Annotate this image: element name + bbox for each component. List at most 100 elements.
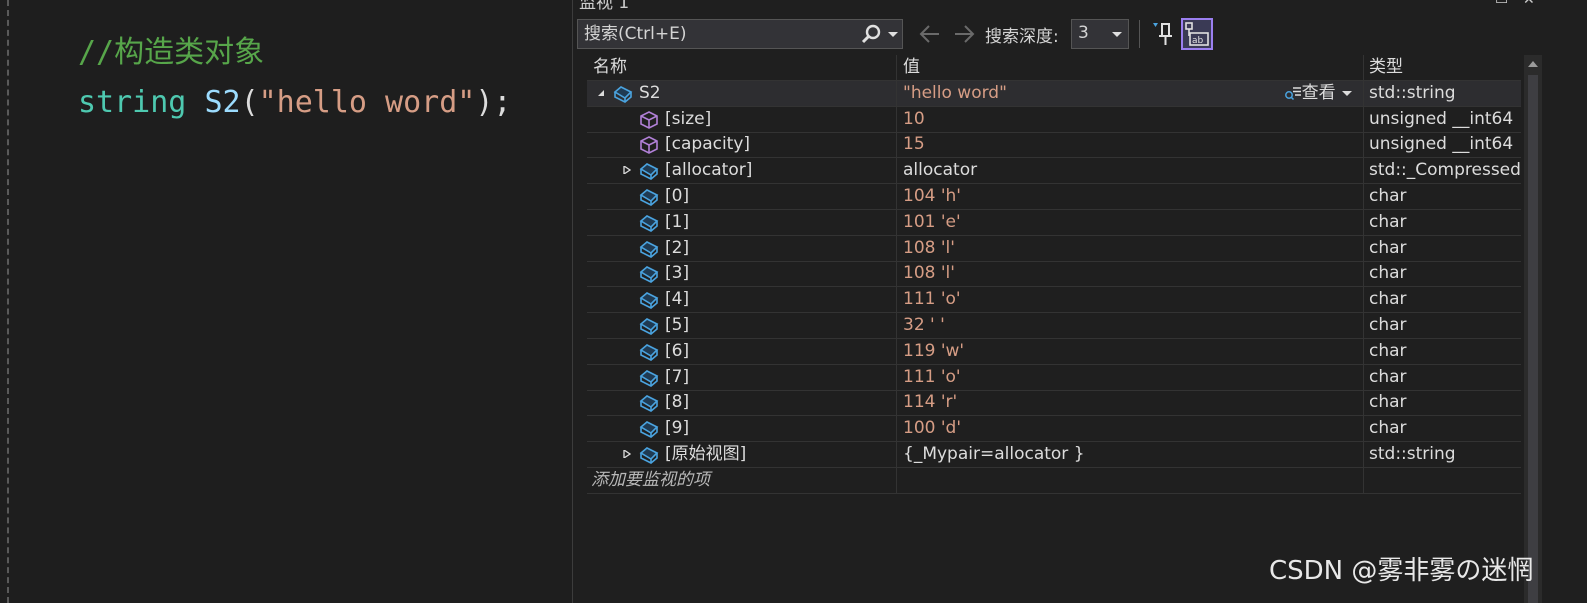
watch-row[interactable]: [6] 119 'w' char — [587, 338, 1521, 365]
watch-row-name-cell[interactable]: [5] — [587, 313, 897, 338]
watch-row-name-cell[interactable]: [capacity] — [587, 132, 897, 158]
watch-row-name-cell[interactable]: [size] — [587, 106, 897, 132]
watch-row-name: [6] — [665, 340, 690, 361]
expanded-triangle-icon[interactable] — [597, 89, 605, 97]
watch-row-name-cell[interactable]: [6] — [587, 338, 897, 364]
object-cube-icon — [639, 369, 659, 387]
code-text[interactable]: //构造类对象 string S2("hello word"); — [78, 28, 512, 128]
collapsed-triangle-icon[interactable] — [623, 450, 631, 458]
search-icon[interactable] — [860, 22, 882, 46]
code-line-comment: //构造类对象 — [78, 28, 512, 78]
watch-row-value-cell[interactable]: "hello word" 查看 — [897, 80, 1364, 106]
property-cube-icon — [640, 110, 658, 129]
watch-row-value-cell[interactable]: 111 'o' — [897, 287, 1364, 313]
column-header-type[interactable]: 类型 — [1364, 55, 1521, 80]
watch-row-value-cell[interactable]: 119 'w' — [897, 338, 1364, 364]
watch-row[interactable]: [原始视图] {_Mypair=allocator } std::string — [587, 442, 1521, 468]
watch-row-type: char — [1369, 315, 1407, 335]
scrollbar-thumb[interactable] — [1528, 75, 1538, 603]
watch-row-name-cell[interactable]: [1] — [587, 209, 897, 235]
chevron-down-icon — [1342, 90, 1352, 96]
watch-row-value-cell[interactable]: allocator — [897, 158, 1364, 184]
watch-row-value-cell[interactable]: 111 'o' — [897, 364, 1364, 390]
watch-row[interactable]: [4] 111 'o' char — [587, 287, 1521, 314]
add-watch-item-row[interactable]: 添加要监视的项 — [587, 467, 1521, 494]
watch-row-value: 32 ' ' — [903, 315, 945, 335]
watch-row-name-cell[interactable]: [原始视图] — [587, 442, 897, 467]
object-cube-icon — [639, 292, 659, 310]
watch-row[interactable]: [0] 104 'h' char — [587, 184, 1521, 210]
watch-row-value-cell[interactable]: 15 — [897, 132, 1364, 158]
watch-row-name: [2] — [665, 237, 690, 258]
watch-row-value-cell[interactable]: 32 ' ' — [897, 313, 1364, 338]
watch-row-value-cell[interactable]: 10 — [897, 106, 1364, 132]
watch-row-name-cell[interactable]: [7] — [587, 364, 897, 390]
watch-row[interactable]: S2 "hello word" 查看 std::string — [587, 80, 1521, 107]
watch-row[interactable]: [size] 10 unsigned __int64 — [587, 106, 1521, 133]
watch-row[interactable]: [8] 114 'r' char — [587, 390, 1521, 417]
hex-display-toggle[interactable]: ab — [1181, 18, 1213, 50]
watch-row-value: {_Mypair=allocator } — [903, 444, 1085, 464]
watch-row-value: 111 'o' — [903, 289, 961, 310]
search-depth-select[interactable]: 3 — [1071, 19, 1129, 49]
code-variable: S2 — [204, 85, 241, 120]
watch-row-name-cell[interactable]: [8] — [587, 390, 897, 416]
watch-row-name: [3] — [665, 263, 690, 284]
watch-row-name-cell[interactable]: [4] — [587, 287, 897, 313]
watch-row-value-cell[interactable]: 108 'l' — [897, 235, 1364, 261]
watch-row-name-cell[interactable]: [9] — [587, 416, 897, 442]
watch-row-value-cell[interactable]: 108 'l' — [897, 261, 1364, 287]
watch-row-value: 114 'r' — [903, 392, 958, 413]
column-header-value[interactable]: 值 — [897, 55, 1364, 80]
watch-row[interactable]: [1] 101 'e' char — [587, 209, 1521, 236]
watch-row[interactable]: [9] 100 'd' char — [587, 416, 1521, 443]
watch-row-value-cell[interactable]: 101 'e' — [897, 209, 1364, 235]
watch-row[interactable]: [7] 111 'o' char — [587, 364, 1521, 391]
watch-row[interactable]: [2] 108 'l' char — [587, 235, 1521, 262]
view-visualizer-button[interactable]: 查看 — [1284, 81, 1353, 106]
watch-row-name-cell[interactable]: [2] — [587, 235, 897, 261]
search-previous-arrow-icon[interactable] — [917, 21, 943, 47]
watch-row[interactable]: [allocator] allocator std::_Compressed... — [587, 158, 1521, 185]
watch-title: 监视 1 — [579, 0, 630, 13]
vertical-scrollbar[interactable] — [1524, 55, 1542, 603]
code-editor[interactable]: //构造类对象 string S2("hello word"); — [0, 0, 572, 603]
watch-row-value-cell[interactable]: 104 'h' — [897, 184, 1364, 209]
pin-icon[interactable] — [1151, 19, 1177, 49]
watch-row-name-cell[interactable]: [3] — [587, 261, 897, 287]
watch-row-value: 15 — [903, 134, 925, 155]
hex-display-icon: ab — [1185, 22, 1209, 46]
search-box[interactable] — [577, 19, 903, 49]
watch-row-name-cell[interactable]: [allocator] — [587, 158, 897, 184]
watch-row-type: unsigned __int64 — [1369, 134, 1514, 155]
watch-row-name-cell[interactable]: [0] — [587, 184, 897, 209]
watch-row-type: std::_Compressed... — [1369, 160, 1521, 181]
search-input[interactable] — [584, 23, 844, 45]
close-window-icon[interactable]: ✕ — [1523, 0, 1535, 8]
watch-row[interactable]: [capacity] 15 unsigned __int64 — [587, 132, 1521, 159]
watch-row[interactable]: [3] 108 'l' char — [587, 261, 1521, 288]
collapsed-triangle-icon[interactable] — [623, 166, 631, 175]
object-cube-icon — [639, 421, 659, 439]
watch-row-value: 101 'e' — [903, 211, 961, 232]
watch-row-value-cell[interactable]: 100 'd' — [897, 416, 1364, 442]
watch-row-value-cell[interactable]: {_Mypair=allocator } — [897, 442, 1364, 467]
search-options-dropdown-icon[interactable] — [886, 22, 900, 46]
watermark-text: CSDN @雾非雾の迷惘 — [1269, 556, 1534, 586]
chevron-down-icon — [1112, 32, 1122, 37]
column-header-name[interactable]: 名称 — [587, 55, 897, 80]
toolbar-separator — [1139, 20, 1140, 48]
float-window-icon[interactable]: ▭ — [1495, 0, 1508, 8]
watch-row[interactable]: [5] 32 ' ' char — [587, 313, 1521, 339]
watch-row-type: char — [1369, 211, 1407, 232]
search-next-arrow-icon[interactable] — [951, 21, 977, 47]
code-comment: //构造类对象 — [78, 35, 265, 70]
add-watch-item-cell[interactable]: 添加要监视的项 — [587, 467, 897, 493]
watch-row-type-cell: char — [1364, 313, 1521, 338]
watch-grid: 名称 值 类型 S2 "hello word" 查看 std::string [siz… — [587, 55, 1521, 495]
watch-row-type: char — [1369, 263, 1407, 284]
watch-row-name-cell[interactable]: S2 — [587, 80, 897, 106]
watch-row-value-cell[interactable]: 114 'r' — [897, 390, 1364, 416]
object-cube-icon — [639, 343, 659, 361]
scroll-up-arrow-icon[interactable] — [1527, 59, 1539, 69]
